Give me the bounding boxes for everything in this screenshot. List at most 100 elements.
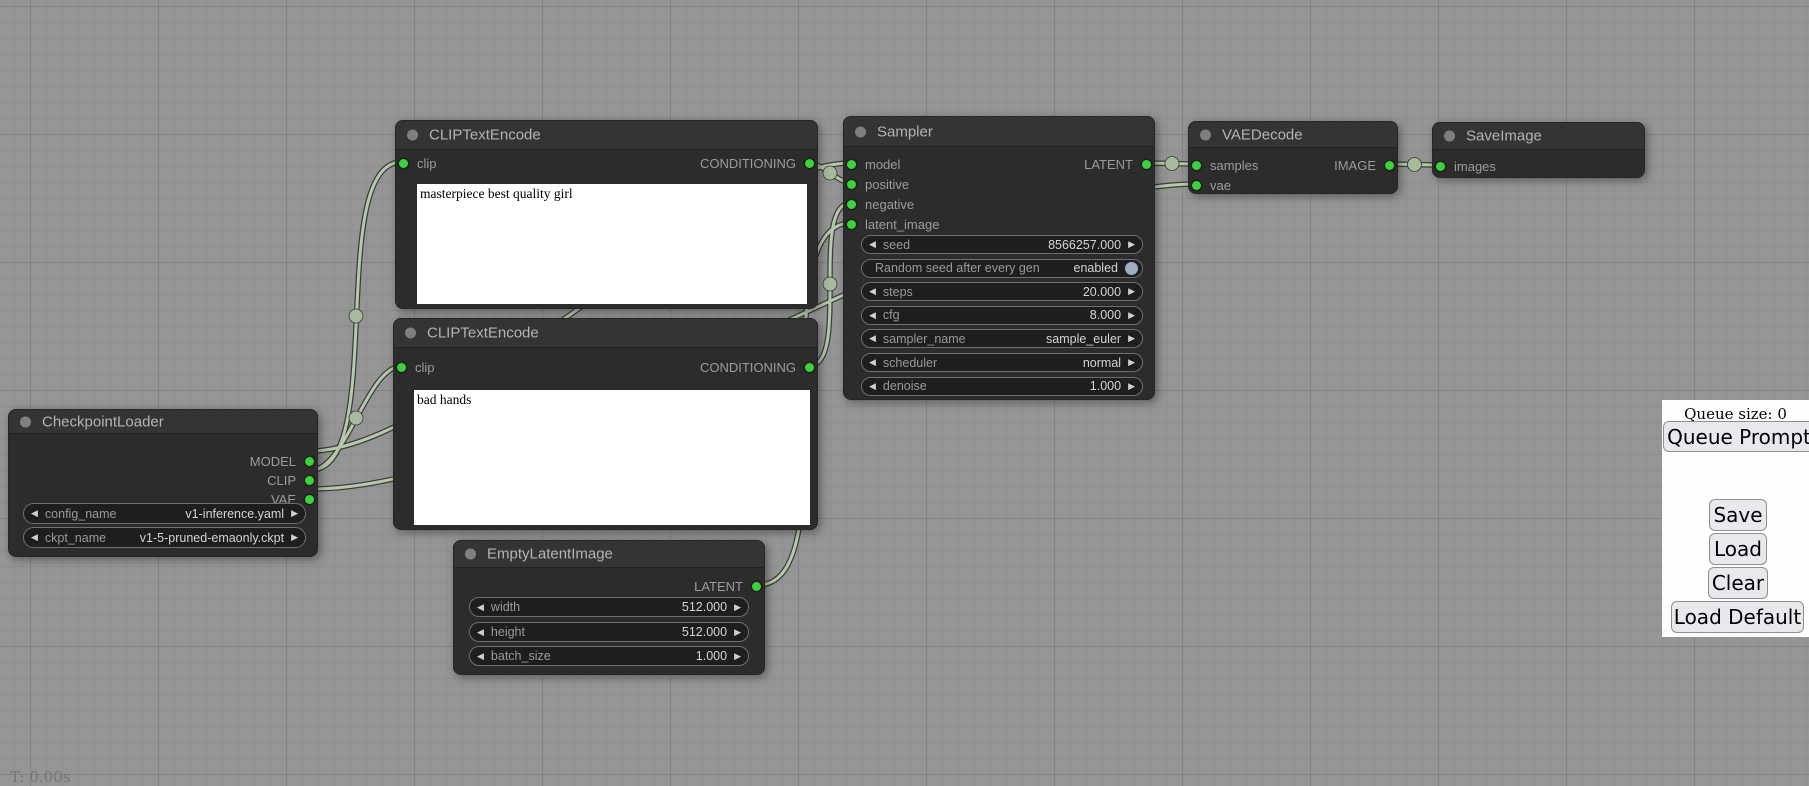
node-checkpoint-loader[interactable]: CheckpointLoader MODEL CLIP VAE ◀ config… bbox=[8, 409, 318, 557]
prompt-textarea[interactable]: masterpiece best quality girl bbox=[417, 184, 807, 304]
input-port-samples[interactable]: samples bbox=[1192, 158, 1258, 173]
decrement-arrow-icon[interactable]: ◀ bbox=[470, 652, 491, 661]
collapse-toggle-icon[interactable] bbox=[20, 416, 31, 427]
node-title-bar[interactable]: SaveImage bbox=[1432, 122, 1645, 150]
input-dot-icon[interactable] bbox=[397, 363, 406, 372]
widget-scheduler[interactable]: ◀ scheduler normal ▶ bbox=[861, 353, 1143, 372]
widget-label: batch_size bbox=[491, 649, 551, 663]
input-port-vae[interactable]: vae bbox=[1192, 178, 1231, 193]
output-dot-icon[interactable] bbox=[305, 476, 314, 485]
widget-config-name[interactable]: ◀ config_name v1-inference.yaml ▶ bbox=[23, 503, 306, 524]
widget-seed[interactable]: ◀ seed 8566257.000 ▶ bbox=[861, 235, 1143, 254]
widget-denoise[interactable]: ◀ denoise 1.000 ▶ bbox=[861, 377, 1143, 396]
collapse-toggle-icon[interactable] bbox=[465, 549, 476, 560]
input-dot-icon[interactable] bbox=[1436, 162, 1445, 171]
widget-batch-size[interactable]: ◀ batch_size 1.000 ▶ bbox=[469, 646, 749, 666]
collapse-toggle-icon[interactable] bbox=[1200, 129, 1211, 140]
graph-canvas[interactable]: CheckpointLoader MODEL CLIP VAE ◀ config… bbox=[0, 0, 1809, 782]
clear-button[interactable]: Clear bbox=[1708, 567, 1768, 599]
node-vae-decode[interactable]: VAEDecode samples IMAGE vae bbox=[1188, 121, 1398, 194]
decrement-arrow-icon[interactable]: ◀ bbox=[862, 358, 883, 367]
input-dot-icon[interactable] bbox=[847, 180, 856, 189]
collapse-toggle-icon[interactable] bbox=[855, 126, 866, 137]
output-dot-icon[interactable] bbox=[305, 457, 314, 466]
output-port-conditioning[interactable]: CONDITIONING bbox=[700, 156, 814, 171]
widget-value: 8566257.000 bbox=[1048, 238, 1121, 252]
increment-arrow-icon[interactable]: ▶ bbox=[1121, 358, 1142, 367]
increment-arrow-icon[interactable]: ▶ bbox=[727, 652, 748, 661]
decrement-arrow-icon[interactable]: ◀ bbox=[470, 628, 491, 637]
save-button[interactable]: Save bbox=[1709, 499, 1767, 531]
input-port-latent-image[interactable]: latent_image bbox=[847, 217, 939, 232]
input-dot-icon[interactable] bbox=[1192, 161, 1201, 170]
queue-prompt-button[interactable]: Queue Prompt bbox=[1663, 421, 1809, 452]
input-dot-icon[interactable] bbox=[847, 200, 856, 209]
collapse-toggle-icon[interactable] bbox=[1444, 131, 1455, 142]
node-clip-text-encode-positive[interactable]: CLIPTextEncode clip CONDITIONING masterp… bbox=[395, 120, 818, 309]
increment-arrow-icon[interactable]: ▶ bbox=[284, 533, 305, 542]
decrement-arrow-icon[interactable]: ◀ bbox=[24, 509, 45, 518]
output-dot-icon[interactable] bbox=[305, 495, 314, 504]
decrement-arrow-icon[interactable]: ◀ bbox=[862, 287, 883, 296]
node-clip-text-encode-negative[interactable]: CLIPTextEncode clip CONDITIONING bad han… bbox=[393, 318, 818, 530]
output-port-latent[interactable]: LATENT bbox=[1084, 157, 1151, 172]
increment-arrow-icon[interactable]: ▶ bbox=[1121, 382, 1142, 391]
prompt-textarea[interactable]: bad hands bbox=[414, 390, 810, 525]
output-port-conditioning[interactable]: CONDITIONING bbox=[700, 360, 814, 375]
increment-arrow-icon[interactable]: ▶ bbox=[1121, 334, 1142, 343]
node-empty-latent-image[interactable]: EmptyLatentImage LATENT ◀ width 512.000 … bbox=[453, 540, 765, 675]
input-port-positive[interactable]: positive bbox=[847, 177, 909, 192]
decrement-arrow-icon[interactable]: ◀ bbox=[862, 334, 883, 343]
increment-arrow-icon[interactable]: ▶ bbox=[284, 509, 305, 518]
input-dot-icon[interactable] bbox=[847, 220, 856, 229]
widget-ckpt-name[interactable]: ◀ ckpt_name v1-5-pruned-emaonly.ckpt ▶ bbox=[23, 527, 306, 548]
widget-cfg[interactable]: ◀ cfg 8.000 ▶ bbox=[861, 306, 1143, 325]
widget-random-seed-toggle[interactable]: Random seed after every gen enabled bbox=[861, 259, 1143, 278]
increment-arrow-icon[interactable]: ▶ bbox=[1121, 287, 1142, 296]
decrement-arrow-icon[interactable]: ◀ bbox=[470, 603, 491, 612]
widget-height[interactable]: ◀ height 512.000 ▶ bbox=[469, 622, 749, 642]
node-title-bar[interactable]: Sampler bbox=[843, 116, 1155, 147]
widget-width[interactable]: ◀ width 512.000 ▶ bbox=[469, 597, 749, 617]
toggle-state-icon[interactable] bbox=[1125, 262, 1138, 275]
increment-arrow-icon[interactable]: ▶ bbox=[727, 628, 748, 637]
collapse-toggle-icon[interactable] bbox=[407, 130, 418, 141]
input-port-images[interactable]: images bbox=[1436, 159, 1496, 174]
input-port-clip[interactable]: clip bbox=[399, 156, 437, 171]
output-port-latent[interactable]: LATENT bbox=[694, 579, 761, 594]
widget-sampler-name[interactable]: ◀ sampler_name sample_euler ▶ bbox=[861, 329, 1143, 348]
node-title-bar[interactable]: VAEDecode bbox=[1188, 121, 1398, 148]
input-port-clip[interactable]: clip bbox=[397, 360, 435, 375]
input-dot-icon[interactable] bbox=[399, 159, 408, 168]
output-port-clip[interactable]: CLIP bbox=[267, 473, 314, 488]
output-dot-icon[interactable] bbox=[805, 363, 814, 372]
output-dot-icon[interactable] bbox=[1142, 160, 1151, 169]
output-dot-icon[interactable] bbox=[1385, 161, 1394, 170]
node-save-image[interactable]: SaveImage images bbox=[1432, 122, 1645, 178]
node-title-bar[interactable]: CheckpointLoader bbox=[8, 409, 318, 434]
input-dot-icon[interactable] bbox=[1192, 181, 1201, 190]
increment-arrow-icon[interactable]: ▶ bbox=[727, 603, 748, 612]
node-sampler[interactable]: Sampler model positive negative latent_i… bbox=[843, 116, 1155, 400]
widget-value: enabled bbox=[1074, 261, 1119, 275]
node-title-bar[interactable]: CLIPTextEncode bbox=[393, 318, 818, 348]
load-default-button[interactable]: Load Default bbox=[1671, 601, 1804, 633]
output-port-model[interactable]: MODEL bbox=[250, 454, 314, 469]
decrement-arrow-icon[interactable]: ◀ bbox=[862, 311, 883, 320]
decrement-arrow-icon[interactable]: ◀ bbox=[862, 382, 883, 391]
decrement-arrow-icon[interactable]: ◀ bbox=[24, 533, 45, 542]
increment-arrow-icon[interactable]: ▶ bbox=[1121, 240, 1142, 249]
input-port-negative[interactable]: negative bbox=[847, 197, 914, 212]
output-dot-icon[interactable] bbox=[752, 582, 761, 591]
widget-steps[interactable]: ◀ steps 20.000 ▶ bbox=[861, 282, 1143, 301]
node-title-bar[interactable]: EmptyLatentImage bbox=[453, 540, 765, 568]
output-dot-icon[interactable] bbox=[805, 159, 814, 168]
collapse-toggle-icon[interactable] bbox=[405, 328, 416, 339]
output-port-image[interactable]: IMAGE bbox=[1334, 158, 1394, 173]
input-port-model[interactable]: model bbox=[847, 157, 900, 172]
increment-arrow-icon[interactable]: ▶ bbox=[1121, 311, 1142, 320]
load-button[interactable]: Load bbox=[1709, 533, 1767, 565]
input-dot-icon[interactable] bbox=[847, 160, 856, 169]
decrement-arrow-icon[interactable]: ◀ bbox=[862, 240, 883, 249]
node-title-bar[interactable]: CLIPTextEncode bbox=[395, 120, 818, 150]
